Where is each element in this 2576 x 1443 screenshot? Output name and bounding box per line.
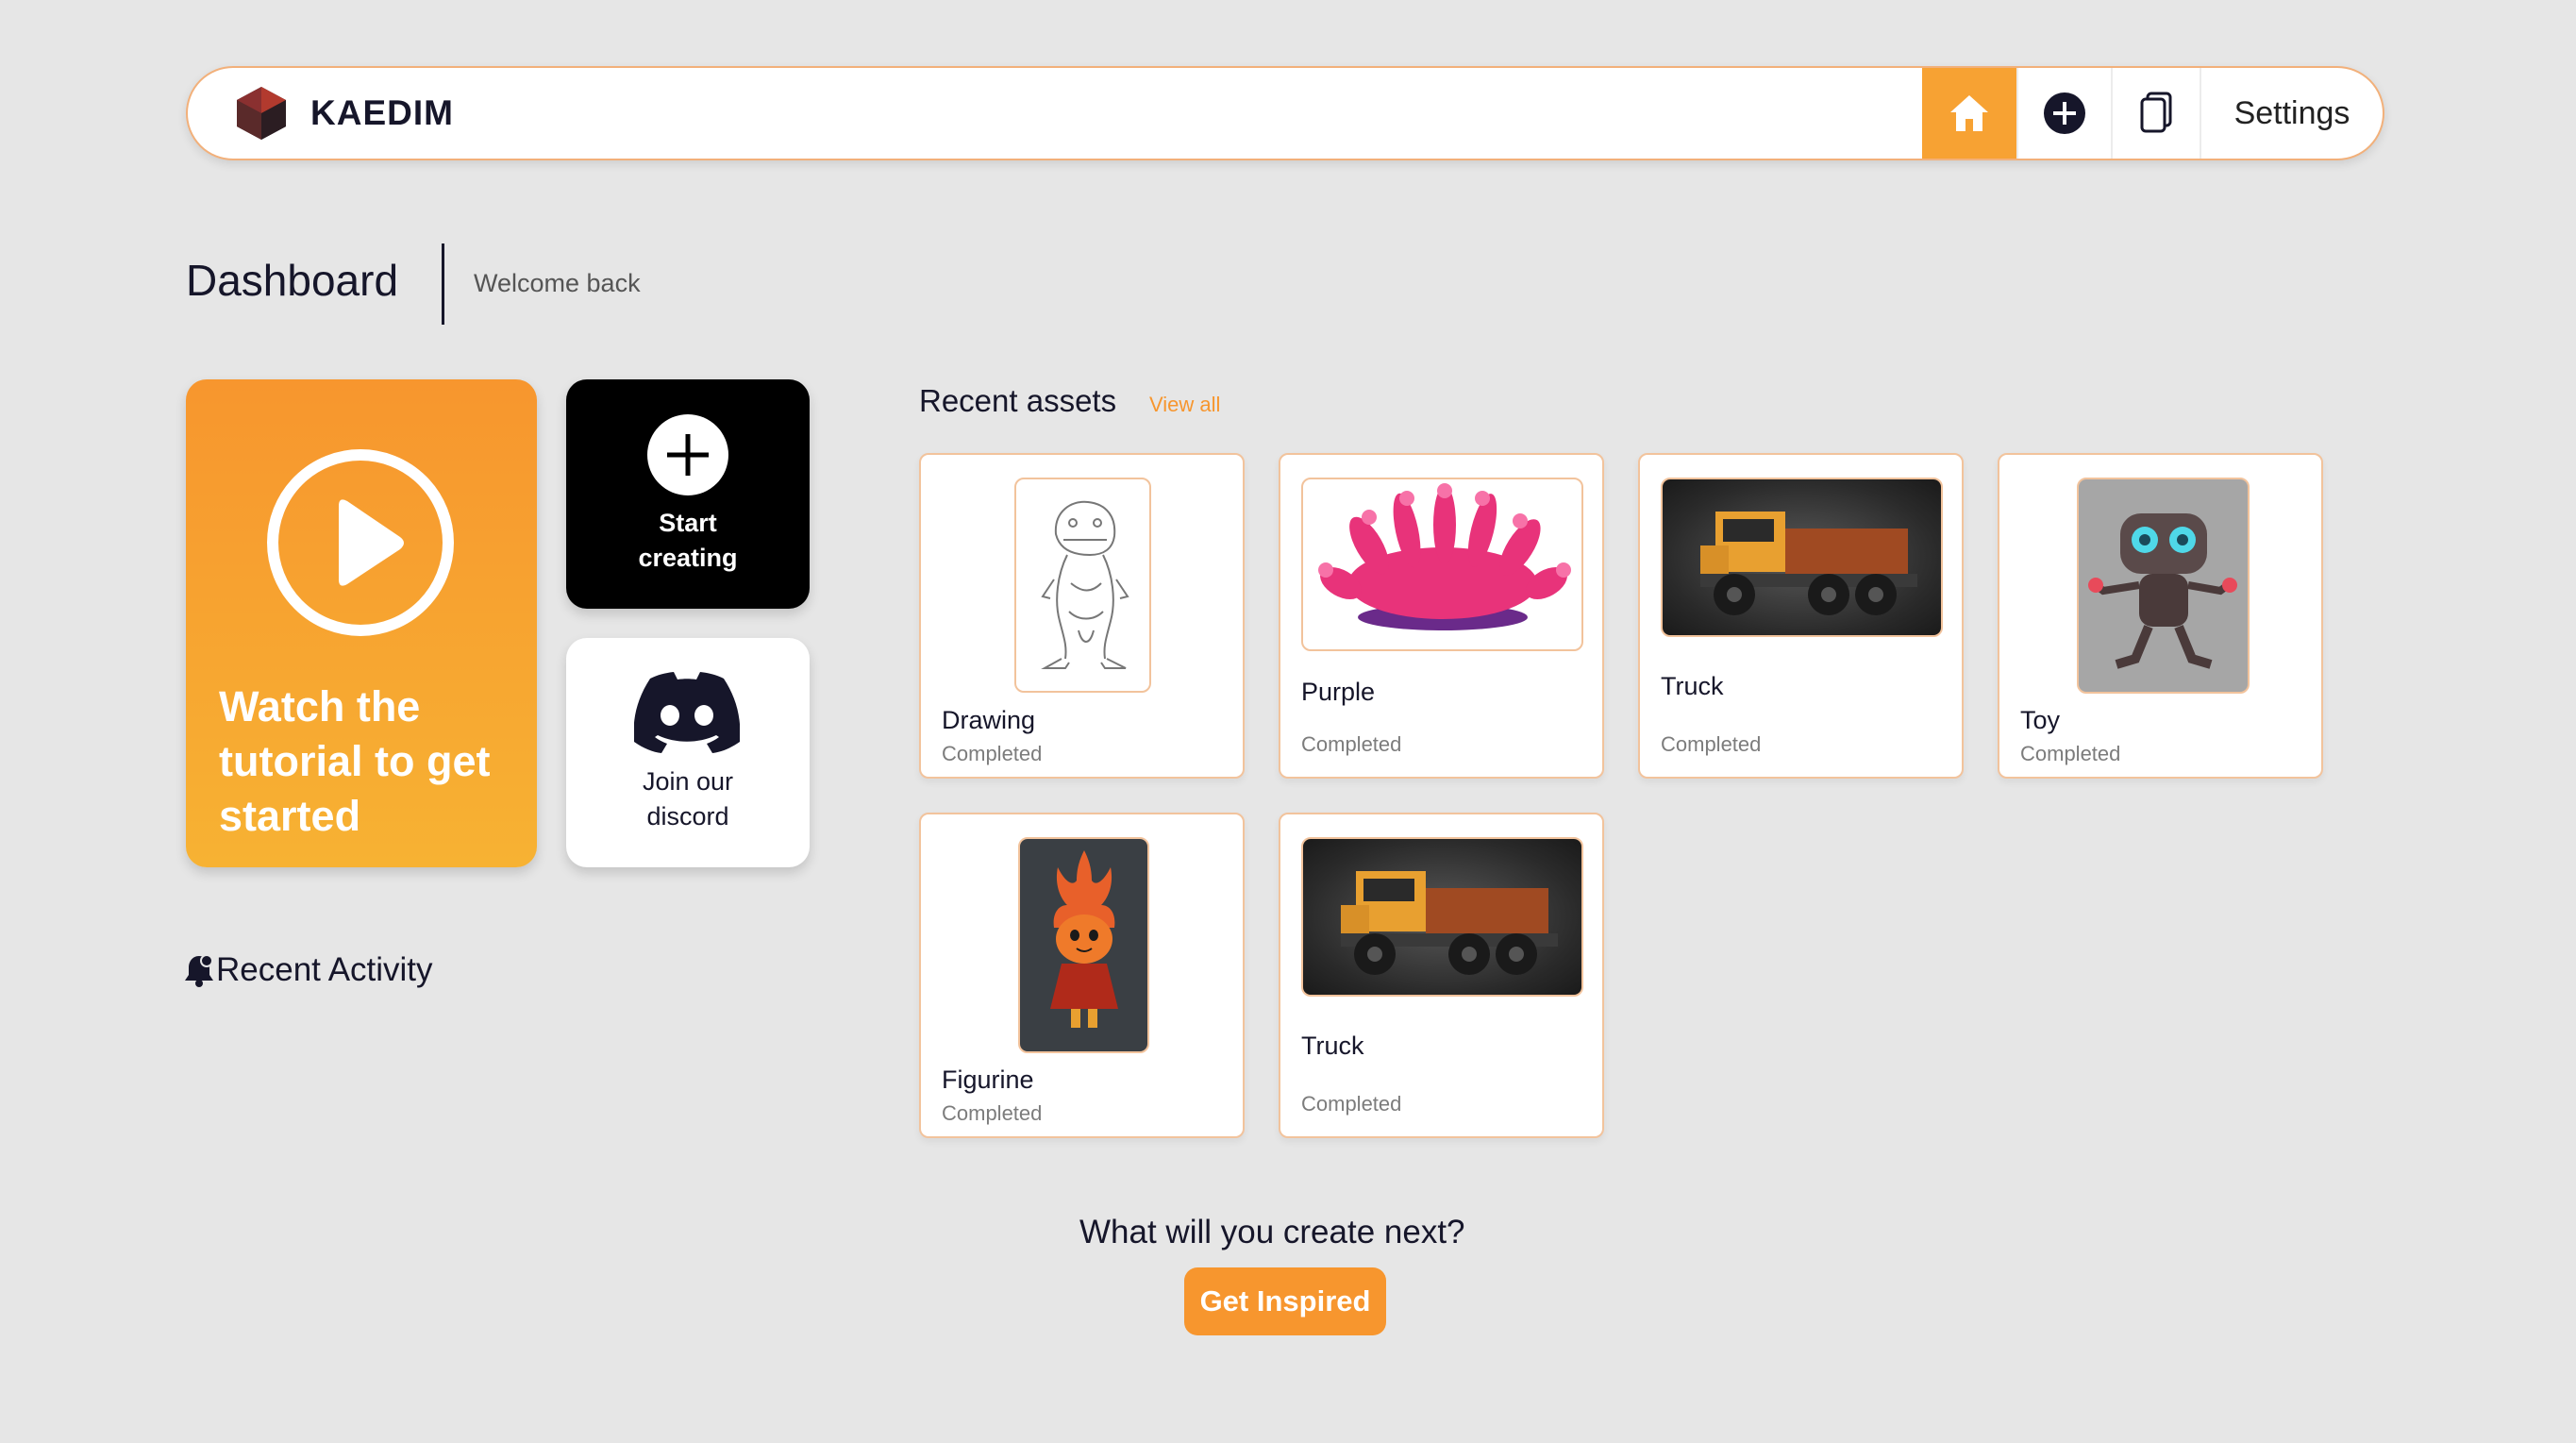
asset-card[interactable]: Purple Completed xyxy=(1279,453,1604,779)
asset-thumbnail xyxy=(1014,478,1151,693)
watch-tutorial-card[interactable]: Watch the tutorial to get started xyxy=(186,379,537,867)
asset-card[interactable]: Figurine Completed xyxy=(919,813,1245,1138)
asset-name: Truck xyxy=(1301,1032,1364,1061)
start-creating-card[interactable]: Start creating xyxy=(566,379,810,609)
tutorial-label: Watch the tutorial to get started xyxy=(219,680,521,844)
get-inspired-button[interactable]: Get Inspired xyxy=(1184,1267,1386,1335)
join-discord-label: Join our discord xyxy=(566,764,810,834)
asset-card[interactable]: Truck Completed xyxy=(1279,813,1604,1138)
dashboard-page: KAEDIM Settings Dashboard Welcome back xyxy=(0,0,2576,1443)
recent-assets-title: Recent assets xyxy=(919,383,1116,419)
asset-name: Figurine xyxy=(942,1065,1034,1095)
asset-status: Completed xyxy=(1301,1092,1401,1116)
fire-figurine-image xyxy=(1020,839,1147,1051)
asset-thumbnail xyxy=(1301,478,1583,651)
asset-card[interactable]: Truck Completed xyxy=(1638,453,1964,779)
asset-card[interactable]: Drawing Completed xyxy=(919,453,1245,779)
asset-thumbnail xyxy=(1301,837,1583,997)
nav-settings-button[interactable]: Settings xyxy=(2200,68,2383,159)
asset-status: Completed xyxy=(942,742,1042,766)
copy-icon xyxy=(2137,91,2175,136)
plus-circle-icon xyxy=(646,413,729,496)
header-divider xyxy=(442,243,444,325)
brand[interactable]: KAEDIM xyxy=(188,68,1922,159)
bell-icon xyxy=(184,953,214,987)
plus-circle-icon xyxy=(2043,92,2086,135)
page-title: Dashboard xyxy=(186,255,398,306)
page-subtitle: Welcome back xyxy=(474,269,641,298)
recent-activity-header: Recent Activity xyxy=(184,951,433,989)
nav-create-button[interactable] xyxy=(2016,68,2111,159)
asset-name: Truck xyxy=(1661,672,1724,701)
join-discord-card[interactable]: Join our discord xyxy=(566,638,810,867)
asset-status: Completed xyxy=(942,1101,1042,1126)
asset-card[interactable]: Toy Completed xyxy=(1998,453,2323,779)
asset-thumbnail xyxy=(2077,478,2250,694)
truck-image xyxy=(1303,839,1581,995)
kaedim-logo-icon xyxy=(235,85,288,142)
asset-status: Completed xyxy=(2020,742,2120,766)
home-icon xyxy=(1948,92,1991,134)
dinosaur-drawing-image xyxy=(1016,479,1149,691)
asset-thumbnail xyxy=(1661,478,1943,637)
discord-icon xyxy=(634,672,740,753)
asset-thumbnail xyxy=(1018,837,1149,1053)
play-icon xyxy=(265,447,456,638)
view-all-link[interactable]: View all xyxy=(1149,393,1220,417)
asset-name: Purple xyxy=(1301,678,1375,707)
asset-name: Toy xyxy=(2020,706,2060,735)
asset-status: Completed xyxy=(1301,732,1401,757)
robot-toy-image xyxy=(2079,479,2248,692)
recent-activity-label: Recent Activity xyxy=(216,951,433,989)
asset-status: Completed xyxy=(1661,732,1761,757)
start-creating-label: Start creating xyxy=(566,506,810,576)
top-navbar: KAEDIM Settings xyxy=(186,66,2384,160)
create-next-question: What will you create next? xyxy=(1079,1214,1465,1251)
asset-name: Drawing xyxy=(942,706,1035,735)
brand-name: KAEDIM xyxy=(310,93,454,133)
coral-image xyxy=(1303,479,1581,649)
truck-image xyxy=(1663,479,1941,635)
nav-home-button[interactable] xyxy=(1922,68,2016,159)
nav-library-button[interactable] xyxy=(2111,68,2200,159)
